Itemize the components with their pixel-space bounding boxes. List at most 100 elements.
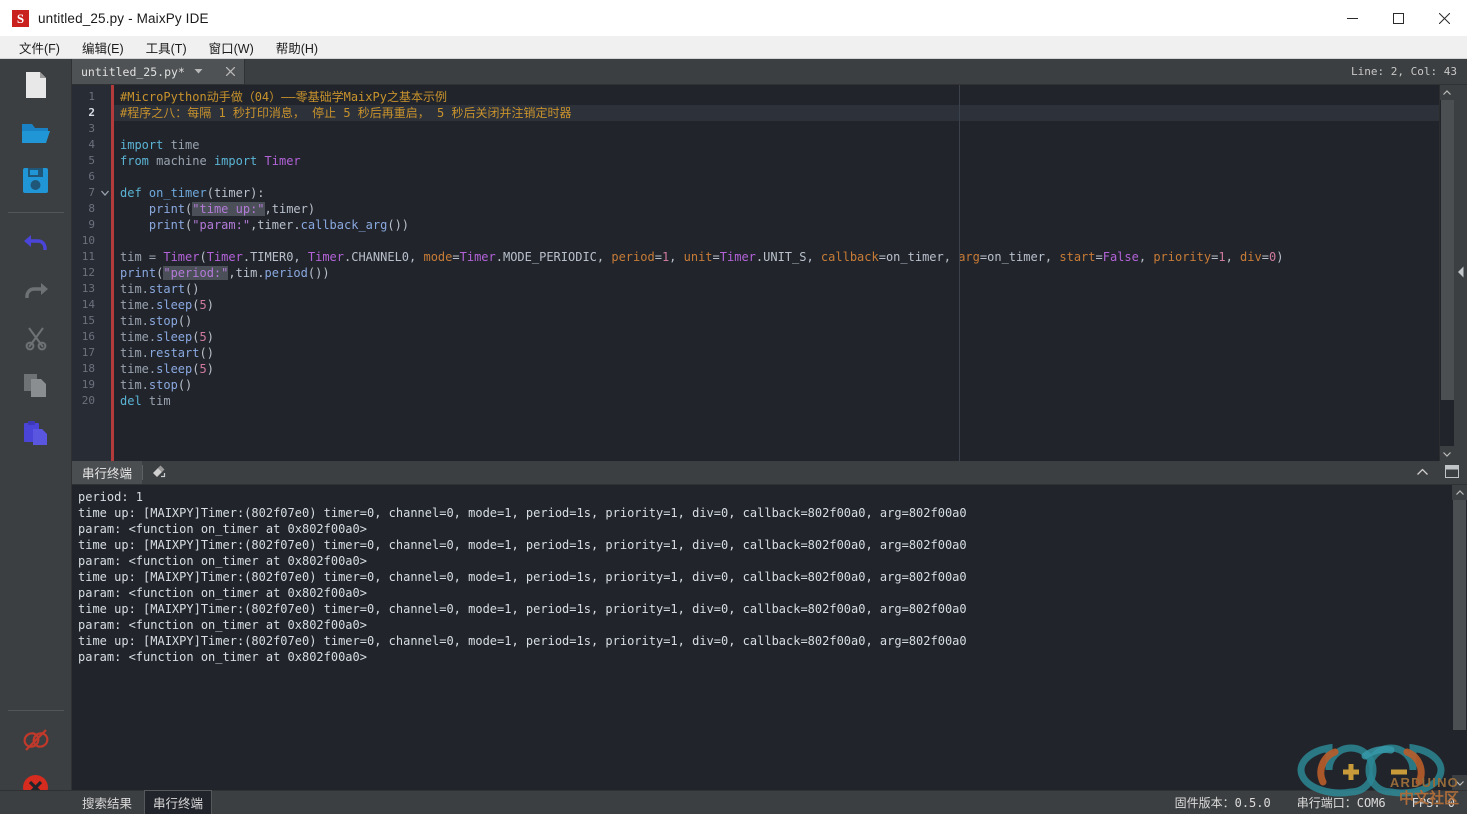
terminal-scroll-thumb[interactable]: [1453, 500, 1466, 730]
code-punctuation: (: [199, 250, 207, 264]
line-number: 5: [88, 154, 95, 167]
code-argument: callback: [820, 250, 879, 264]
code-number: 5: [199, 330, 207, 344]
undo-button[interactable]: [11, 222, 61, 264]
code-punctuation: ()): [387, 218, 410, 232]
editor-vertical-scrollbar[interactable]: [1439, 85, 1455, 461]
terminal-line: param: <function on_timer at 0x802f00a0>: [78, 522, 367, 536]
line-number: 3: [88, 122, 95, 135]
minimize-button[interactable]: [1329, 0, 1375, 36]
code-punctuation: (): [185, 282, 200, 296]
close-icon[interactable]: [223, 67, 238, 76]
fold-toggle[interactable]: [99, 185, 111, 201]
code-editor[interactable]: 1 2 3 4 5 6 7 8 9 10 11 12 13 14 15 16 1: [72, 85, 1467, 461]
code-punctuation: ,: [1225, 250, 1241, 264]
cut-button[interactable]: [11, 318, 61, 360]
code-class: Timer: [264, 154, 301, 168]
code-punctuation: .TIMER0,: [242, 250, 308, 264]
code-keyword: import: [120, 138, 164, 152]
line-number: 2: [88, 106, 95, 119]
terminal-output[interactable]: period: 1 time up: [MAIXPY]Timer:(802f07…: [72, 485, 1467, 790]
code-function-call: print: [120, 202, 186, 216]
open-file-button[interactable]: [11, 113, 61, 155]
code-class: Timer: [719, 250, 756, 264]
right-panel-expand-button[interactable]: [1454, 85, 1467, 461]
terminal-scroll-up-arrow[interactable]: [1452, 485, 1467, 500]
close-button[interactable]: [1421, 0, 1467, 36]
scroll-track[interactable]: [1439, 100, 1455, 446]
terminal-line: param: <function on_timer at 0x802f00a0>: [78, 586, 367, 600]
fold-cell: [99, 137, 111, 153]
code-line: import time: [114, 137, 1467, 153]
column-ruler: [959, 85, 960, 461]
terminal-zone: 串行终端 period: 1 time up: [MAIXPY]Timer:(8…: [72, 461, 1467, 814]
menu-file[interactable]: 文件(F): [10, 35, 69, 60]
code-identifier: tim =: [120, 250, 164, 264]
code-punctuation: (): [177, 314, 193, 328]
code-function-call: stop: [148, 314, 178, 328]
code-punctuation: .MODE_PERIODIC,: [495, 250, 612, 264]
scroll-up-arrow[interactable]: [1439, 85, 1455, 100]
code-line: time.sleep(5): [114, 297, 1467, 313]
code-function-call: callback_arg: [300, 218, 388, 232]
menu-window[interactable]: 窗口(W): [200, 35, 263, 60]
disconnect-button[interactable]: [11, 720, 61, 762]
paste-button[interactable]: [11, 414, 61, 456]
menu-tools[interactable]: 工具(T): [137, 35, 196, 60]
code-number: 5: [199, 298, 207, 312]
scroll-down-arrow[interactable]: [1439, 446, 1455, 461]
code-function-call: sleep: [156, 330, 193, 344]
code-identifier: [257, 154, 264, 168]
code-line: time.sleep(5): [114, 361, 1467, 377]
line-number: 16: [81, 330, 95, 343]
menu-edit[interactable]: 编辑(E): [73, 35, 133, 60]
chevron-down-icon[interactable]: [191, 67, 206, 76]
line-number: 13: [81, 282, 95, 295]
clear-terminal-button[interactable]: [143, 461, 173, 484]
terminal-scroll-track[interactable]: [1452, 500, 1467, 775]
status-tab-serial-terminal[interactable]: 串行终端: [144, 790, 213, 814]
code-punctuation: ): [1276, 250, 1284, 264]
code-text-area[interactable]: #MicroPython动手做（04）——零基础学MaixPy之基本示例 #程序…: [114, 85, 1467, 461]
fold-cell: [99, 121, 111, 137]
terminal-vertical-scrollbar[interactable]: [1452, 485, 1467, 790]
code-line: del tim: [114, 393, 1467, 409]
terminal-line: time up: [MAIXPY]Timer:(802f07e0) timer=…: [78, 634, 967, 648]
editor-tab-bar: untitled_25.py* Line: 2, Col: 43: [72, 59, 1467, 85]
status-tab-search-results[interactable]: 搜索结果: [74, 791, 140, 814]
code-identifier: time.: [120, 362, 157, 376]
code-function-name: on_timer: [141, 186, 207, 200]
code-identifier: tim: [141, 394, 171, 408]
code-class: Timer: [206, 250, 243, 264]
redo-icon: [22, 279, 50, 304]
new-file-button[interactable]: [11, 65, 61, 107]
toolbar-divider: [7, 212, 64, 213]
save-file-button[interactable]: [11, 161, 61, 203]
code-class: Timer: [307, 250, 344, 264]
code-punctuation: .CHANNEL0,: [344, 250, 424, 264]
open-folder-icon: [21, 120, 51, 149]
code-punctuation: =on_timer,: [979, 250, 1060, 264]
terminal-header: 串行终端: [72, 461, 1467, 485]
code-line: print("time up:",timer): [114, 201, 1467, 217]
status-bar-info: 固件版本：0.5.0 串行端口：COM6 FPS: 0: [1175, 794, 1467, 811]
scroll-thumb[interactable]: [1440, 100, 1454, 400]
undock-panel-button[interactable]: [1437, 461, 1467, 484]
collapse-panel-button[interactable]: [1407, 461, 1437, 484]
code-fold-column[interactable]: [99, 85, 111, 461]
menu-help[interactable]: 帮助(H): [267, 35, 327, 60]
terminal-scroll-down-arrow[interactable]: [1452, 775, 1467, 790]
line-number: 8: [88, 202, 95, 215]
code-argument: start: [1059, 250, 1096, 264]
save-file-icon: [22, 167, 49, 197]
redo-button[interactable]: [11, 270, 61, 312]
editor-tab[interactable]: untitled_25.py*: [72, 59, 245, 84]
maximize-button[interactable]: [1375, 0, 1421, 36]
code-identifier: tim.: [120, 378, 149, 392]
code-punctuation: ): [206, 298, 214, 312]
code-line: tim.restart(): [114, 345, 1467, 361]
status-bar: 搜索结果 串行终端 固件版本：0.5.0 串行端口：COM6 FPS: 0: [0, 790, 1467, 814]
copy-button[interactable]: [11, 366, 61, 408]
firmware-version-label: 固件版本：0.5.0: [1174, 796, 1271, 810]
